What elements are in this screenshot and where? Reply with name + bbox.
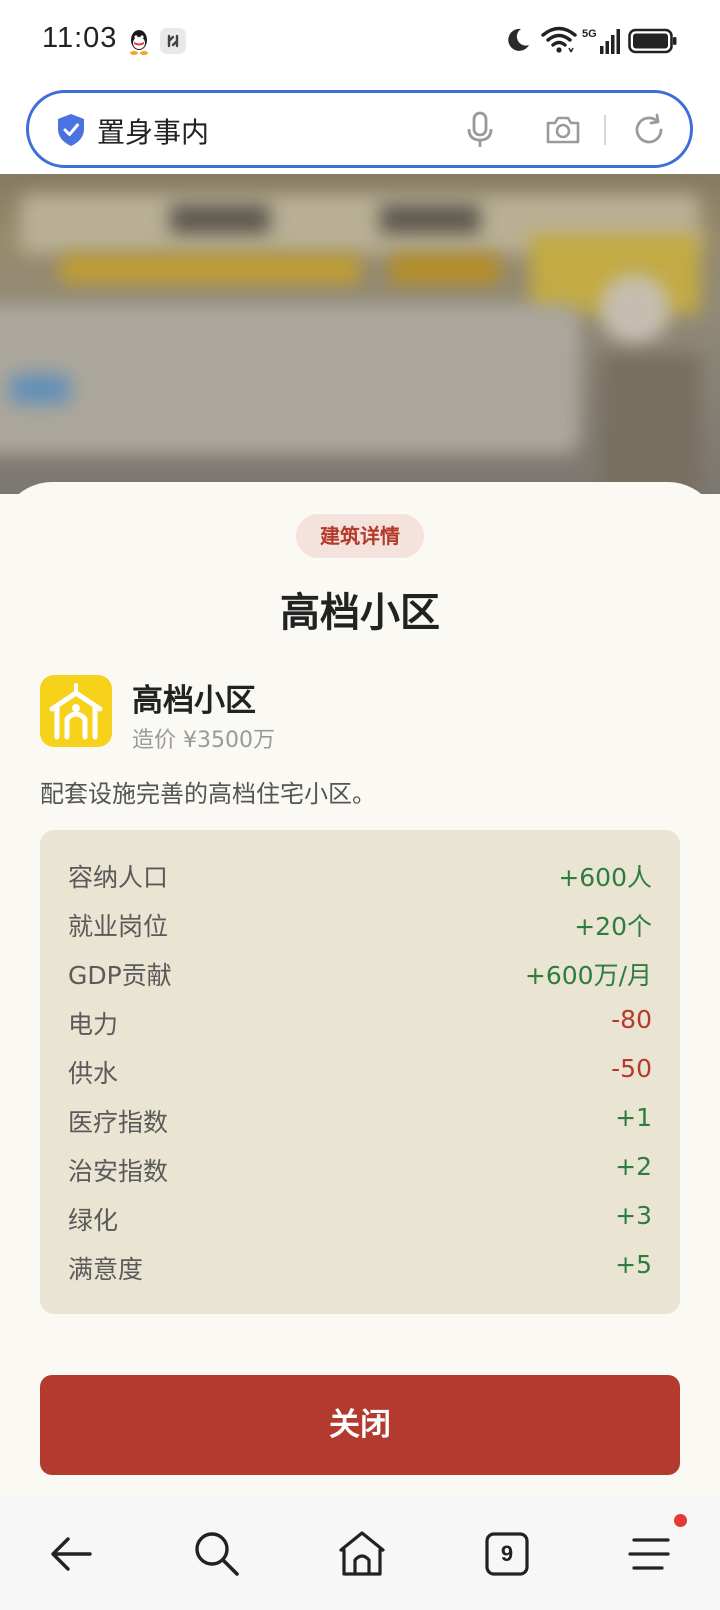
- cellular-signal-icon: 5G: [582, 28, 620, 54]
- building-description: 配套设施完善的高档住宅小区。: [40, 780, 376, 808]
- toolbar-divider: [604, 115, 606, 145]
- stat-row-gdp: GDP贡献 +600万/月: [68, 956, 652, 996]
- stat-row-population: 容纳人口 +600人: [68, 858, 652, 898]
- search-icon[interactable]: [191, 1528, 243, 1580]
- network-type-label: 5G: [582, 28, 597, 40]
- building-cost: 造价 ¥3500万: [132, 728, 275, 753]
- stat-value: +1: [615, 1103, 652, 1132]
- stat-row-water: 供水 -50: [68, 1054, 652, 1094]
- browser-toolbar: 置身事内: [0, 84, 720, 174]
- stat-row-security: 治安指数 +2: [68, 1152, 652, 1192]
- status-time: 11:03: [42, 22, 118, 54]
- stat-label: 供水: [68, 1059, 119, 1088]
- stat-row-medical: 医疗指数 +1: [68, 1103, 652, 1143]
- stat-value: -50: [611, 1054, 652, 1083]
- stat-row-power: 电力 -80: [68, 1005, 652, 1045]
- address-text[interactable]: 置身事内: [97, 111, 209, 151]
- building-name: 高档小区: [132, 683, 256, 719]
- stat-label: 容纳人口: [68, 863, 169, 892]
- browser-bottom-nav: 9: [0, 1498, 720, 1610]
- stat-label: 满意度: [68, 1255, 144, 1284]
- stat-value: -80: [611, 1005, 652, 1034]
- modal-scrim[interactable]: [0, 174, 720, 494]
- app-notification-icon: [160, 28, 186, 54]
- sheet-title: 高档小区: [280, 589, 440, 636]
- residential-building-icon: [40, 675, 112, 747]
- stat-row-jobs: 就业岗位 +20个: [68, 907, 652, 947]
- stat-label: 电力: [68, 1010, 119, 1039]
- stat-row-greenery: 绿化 +3: [68, 1201, 652, 1241]
- tab-count: 9: [500, 1541, 514, 1566]
- tabs-button[interactable]: 9: [481, 1528, 533, 1580]
- qq-icon: [130, 30, 148, 55]
- refresh-icon[interactable]: [632, 113, 666, 147]
- sheet-badge: 建筑详情: [296, 514, 424, 558]
- stat-value: +600万/月: [524, 961, 652, 990]
- notification-dot: [674, 1514, 687, 1527]
- stat-label: 医疗指数: [68, 1108, 169, 1137]
- secure-shield-icon: [58, 114, 84, 146]
- camera-icon[interactable]: [545, 115, 581, 145]
- stat-row-satisfaction: 满意度 +5: [68, 1250, 652, 1290]
- stat-value: +5: [615, 1250, 652, 1279]
- stat-label: 绿化: [68, 1206, 119, 1235]
- stat-label: 治安指数: [68, 1157, 169, 1186]
- close-button[interactable]: 关闭: [40, 1375, 680, 1475]
- address-bar[interactable]: 置身事内: [26, 90, 693, 168]
- stat-label: GDP贡献: [68, 961, 172, 990]
- back-arrow-icon[interactable]: [46, 1528, 98, 1580]
- stat-value: +600人: [558, 863, 652, 892]
- game-background: [0, 174, 720, 494]
- building-detail-sheet: 建筑详情 高档小区 高档小区 造价 ¥3500万 配套设施完善的高档住宅小区。 …: [0, 482, 720, 1498]
- stats-panel: 容纳人口 +600人 就业岗位 +20个 GDP贡献 +600万/月 电力 -8…: [40, 830, 680, 1314]
- menu-icon[interactable]: [624, 1528, 676, 1580]
- stat-value: +2: [615, 1152, 652, 1181]
- wifi-icon: [541, 26, 577, 53]
- microphone-icon[interactable]: [466, 111, 494, 149]
- status-bar: 11:03 5G: [0, 0, 720, 84]
- stat-label: 就业岗位: [68, 912, 169, 941]
- battery-icon: [628, 28, 677, 54]
- stat-value: +3: [615, 1201, 652, 1230]
- home-icon[interactable]: [336, 1528, 388, 1580]
- stat-value: +20个: [574, 912, 652, 941]
- do-not-disturb-moon-icon: [508, 28, 529, 51]
